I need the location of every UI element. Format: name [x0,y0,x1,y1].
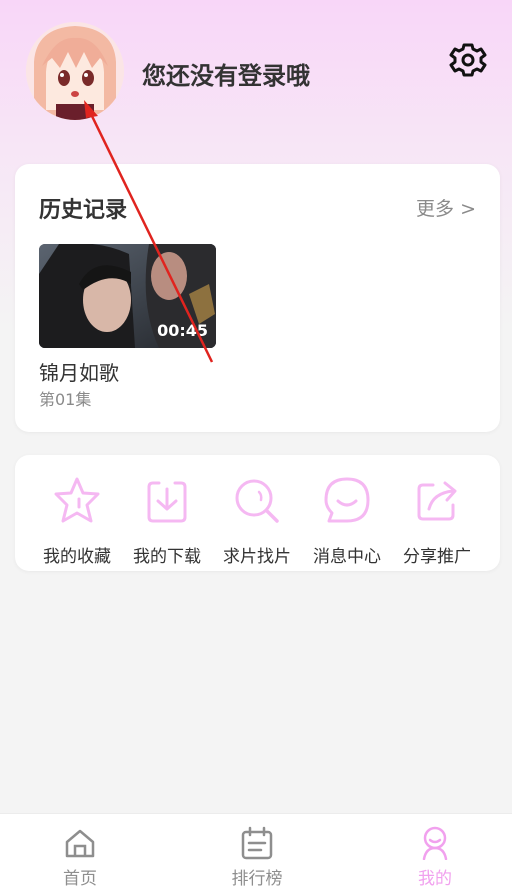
history-card: 历史记录 更多 > 00:45 锦月如歌 第01集 [15,164,500,432]
login-prompt[interactable]: 您还没有登录哦 [142,56,310,91]
tab-ranking[interactable]: 排行榜 [197,814,317,889]
request-video-button[interactable]: 求片找片 [211,469,303,567]
gear-icon [449,43,487,77]
downloads-button[interactable]: 我的下载 [121,469,213,567]
download-icon [147,481,187,523]
actions-card: 我的收藏 我的下载 求片找片 消息中心 分享推广 [15,455,500,571]
home-icon [65,829,95,858]
share-button[interactable]: 分享推广 [391,469,483,567]
calendar-icon [241,826,273,860]
history-more-link[interactable]: 更多 > [416,194,476,221]
messages-label: 消息中心 [313,547,381,567]
history-thumbnail[interactable]: 00:45 [39,244,216,348]
search-icon [235,479,279,523]
avatar[interactable] [26,22,124,120]
request-video-label: 求片找片 [223,547,291,567]
video-duration: 00:45 [157,321,208,340]
tab-mine[interactable]: 我的 [375,814,495,889]
share-icon [417,481,457,521]
tab-home-label: 首页 [63,869,97,889]
bottom-tab-bar: 首页 排行榜 我的 [0,813,512,889]
messages-button[interactable]: 消息中心 [301,469,393,567]
tab-ranking-label: 排行榜 [231,869,283,889]
settings-button[interactable] [448,40,488,80]
user-icon [422,826,448,860]
favorites-label: 我的收藏 [43,547,111,567]
tab-home[interactable]: 首页 [20,814,140,889]
tab-mine-label: 我的 [418,869,452,889]
history-title: 历史记录 [39,198,128,223]
video-episode: 第01集 [39,390,92,409]
video-title[interactable]: 锦月如歌 [39,357,119,386]
share-label: 分享推广 [403,547,471,567]
chat-icon [324,477,370,523]
downloads-label: 我的下载 [133,547,201,567]
anime-avatar-icon [26,22,124,120]
favorites-button[interactable]: 我的收藏 [31,469,123,567]
star-icon [54,477,100,523]
